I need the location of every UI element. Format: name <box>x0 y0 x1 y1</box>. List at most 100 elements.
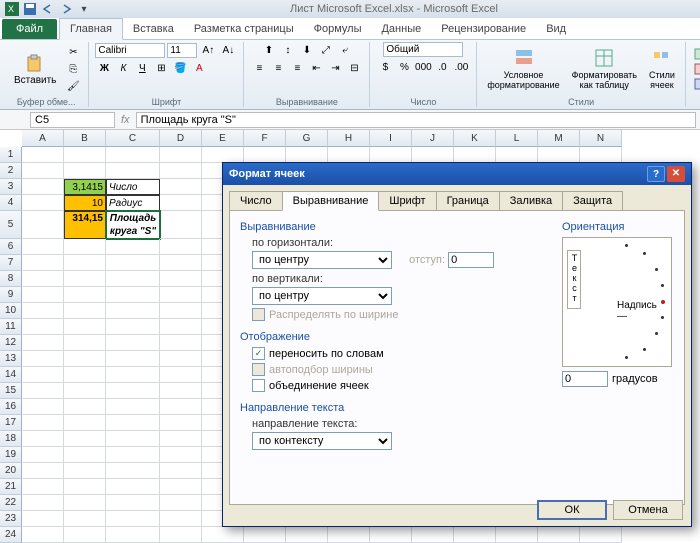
cell-D24[interactable] <box>160 527 202 543</box>
row-23[interactable]: 23 <box>0 511 22 527</box>
cell-F24[interactable] <box>244 527 286 543</box>
cell-A6[interactable] <box>22 239 64 255</box>
col-L[interactable]: L <box>496 130 538 147</box>
cell-A7[interactable] <box>22 255 64 271</box>
cell-B2[interactable] <box>64 163 106 179</box>
cell-C2[interactable] <box>106 163 160 179</box>
cell-I24[interactable] <box>370 527 412 543</box>
dlg-tab-font[interactable]: Шрифт <box>378 191 436 210</box>
cell-C3[interactable]: Число "пи" <box>106 179 160 195</box>
h-align-select[interactable]: по центру <box>252 251 392 269</box>
cell-D5[interactable] <box>160 211 202 239</box>
cell-C6[interactable] <box>106 239 160 255</box>
cell-D8[interactable] <box>160 271 202 287</box>
formula-input[interactable] <box>136 112 696 128</box>
col-H[interactable]: H <box>328 130 370 147</box>
cell-B8[interactable] <box>64 271 106 287</box>
row-20[interactable]: 20 <box>0 463 22 479</box>
align-middle-icon[interactable]: ↕ <box>279 42 297 58</box>
cell-C22[interactable] <box>106 495 160 511</box>
format-table-button[interactable]: Форматировать как таблицу <box>568 46 641 92</box>
save-icon[interactable] <box>22 2 38 16</box>
cell-D23[interactable] <box>160 511 202 527</box>
cell-D14[interactable] <box>160 367 202 383</box>
cell-A23[interactable] <box>22 511 64 527</box>
align-right-icon[interactable]: ≡ <box>288 60 306 76</box>
cell-M24[interactable] <box>538 527 580 543</box>
excel-icon[interactable]: X <box>4 2 20 16</box>
cell-L1[interactable] <box>496 147 538 163</box>
tab-view[interactable]: Вид <box>536 19 576 39</box>
cell-D19[interactable] <box>160 447 202 463</box>
row-8[interactable]: 8 <box>0 271 22 287</box>
cell-N24[interactable] <box>580 527 622 543</box>
cell-B15[interactable] <box>64 383 106 399</box>
font-name-select[interactable] <box>95 43 165 58</box>
border-icon[interactable]: ⊞ <box>152 60 170 76</box>
redo-icon[interactable] <box>58 2 74 16</box>
font-color-icon[interactable]: A <box>190 60 208 76</box>
row-13[interactable]: 13 <box>0 351 22 367</box>
row-2[interactable]: 2 <box>0 163 22 179</box>
cell-C13[interactable] <box>106 351 160 367</box>
row-24[interactable]: 24 <box>0 527 22 543</box>
row-18[interactable]: 18 <box>0 431 22 447</box>
cell-B9[interactable] <box>64 287 106 303</box>
cell-C18[interactable] <box>106 431 160 447</box>
row-11[interactable]: 11 <box>0 319 22 335</box>
cell-C20[interactable] <box>106 463 160 479</box>
cell-M1[interactable] <box>538 147 580 163</box>
cell-C1[interactable] <box>106 147 160 163</box>
cell-A16[interactable] <box>22 399 64 415</box>
cell-C21[interactable] <box>106 479 160 495</box>
align-center-icon[interactable]: ≡ <box>269 60 287 76</box>
row-10[interactable]: 10 <box>0 303 22 319</box>
row-7[interactable]: 7 <box>0 255 22 271</box>
orientation-control[interactable]: Текст Надпись — <box>562 237 672 367</box>
cell-B21[interactable] <box>64 479 106 495</box>
shrink-font-icon[interactable]: A↓ <box>219 42 237 58</box>
cell-B12[interactable] <box>64 335 106 351</box>
cell-A22[interactable] <box>22 495 64 511</box>
cell-A2[interactable] <box>22 163 64 179</box>
cell-A21[interactable] <box>22 479 64 495</box>
cell-D3[interactable] <box>160 179 202 195</box>
cell-A14[interactable] <box>22 367 64 383</box>
fill-color-icon[interactable]: 🪣 <box>171 60 189 76</box>
col-M[interactable]: M <box>538 130 580 147</box>
cell-D4[interactable] <box>160 195 202 211</box>
row-21[interactable]: 21 <box>0 479 22 495</box>
align-bottom-icon[interactable]: ⬇ <box>298 42 316 58</box>
cell-B16[interactable] <box>64 399 106 415</box>
fx-icon[interactable]: fx <box>115 114 136 126</box>
cell-K1[interactable] <box>454 147 496 163</box>
cell-B5[interactable]: 314,15 <box>64 211 106 239</box>
format-cells-button[interactable]: Формат <box>692 77 700 91</box>
help-icon[interactable]: ? <box>647 166 665 182</box>
cell-styles-button[interactable]: Стили ячеек <box>645 46 679 92</box>
cell-D10[interactable] <box>160 303 202 319</box>
bold-icon[interactable]: Ж <box>95 60 113 76</box>
dlg-tab-fill[interactable]: Заливка <box>499 191 563 210</box>
cell-A13[interactable] <box>22 351 64 367</box>
cell-G24[interactable] <box>286 527 328 543</box>
cell-J1[interactable] <box>412 147 454 163</box>
cell-H1[interactable] <box>328 147 370 163</box>
cell-D21[interactable] <box>160 479 202 495</box>
cell-A12[interactable] <box>22 335 64 351</box>
dialog-titlebar[interactable]: Формат ячеек ? ✕ <box>223 163 691 185</box>
number-format-select[interactable] <box>383 42 463 57</box>
underline-icon[interactable]: Ч <box>133 60 151 76</box>
cell-C11[interactable] <box>106 319 160 335</box>
cell-K24[interactable] <box>454 527 496 543</box>
cell-C10[interactable] <box>106 303 160 319</box>
cell-C23[interactable] <box>106 511 160 527</box>
tab-formulas[interactable]: Формулы <box>304 19 372 39</box>
delete-cells-button[interactable]: Удалить <box>692 62 700 76</box>
cell-D18[interactable] <box>160 431 202 447</box>
col-D[interactable]: D <box>160 130 202 147</box>
cell-E24[interactable] <box>202 527 244 543</box>
cell-A17[interactable] <box>22 415 64 431</box>
cell-G1[interactable] <box>286 147 328 163</box>
cell-B3[interactable]: 3,1415 <box>64 179 106 195</box>
